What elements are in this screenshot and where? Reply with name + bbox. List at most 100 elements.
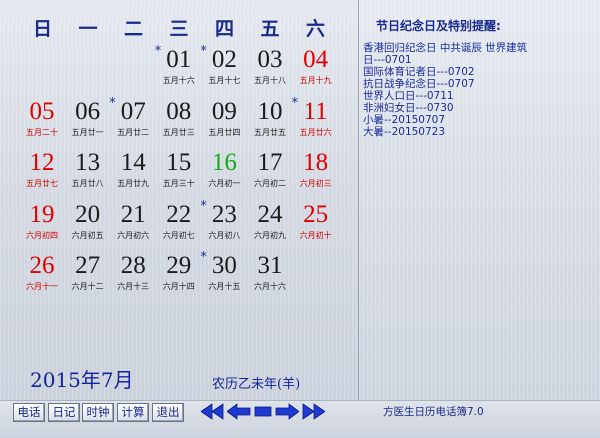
day-number: 28 [120,252,146,279]
note-line: 世界人口日---0711 [363,90,454,102]
note-line: 非洲妇女日---0730 [363,102,454,114]
lunar-date: 五月廿六 [299,127,332,137]
day-number: 13 [75,149,101,176]
right-arrow-icon[interactable] [275,403,299,420]
lunar-date: 五月廿八 [71,179,104,188]
day-number: 31 [257,252,283,279]
lunar-date: 五月廿四 [208,127,241,137]
app-title: 方医生日历电话簿7.0 [383,406,484,418]
day-cell[interactable]: 29 六月十四 [156,252,202,298]
calendar-panel: 日一二三四五六 * 01 五月十六 * 02 五月十七 03 五月十八 04 五月十九 05 五月二十… [0,0,359,400]
lunar-date: 六月初一 [208,179,241,188]
day-cell[interactable]: 03 五月十八 [247,46,293,92]
day-cell[interactable]: 17 六月初二 [247,149,293,195]
day-cell[interactable]: 20 六月初五 [65,201,111,247]
day-number: 11 [303,97,328,125]
day-cell[interactable]: 14 五月廿九 [110,149,156,195]
day-cell[interactable]: * 02 五月十七 [200,44,247,92]
day-cell[interactable]: 08 五月廿三 [156,98,202,144]
double-right-arrow-icon[interactable] [301,403,325,420]
weekday-label: 三 [169,18,190,40]
day-number: 23 [211,200,237,228]
day-cell[interactable]: 25 六月初十 [293,201,339,247]
lunar-date: 六月十二 [71,282,104,291]
calculator-button[interactable]: 计算 [117,403,149,422]
diary-button[interactable]: 日记 [48,403,80,422]
day-number: 25 [303,200,329,228]
lunar-year-label: 农历乙未年(羊) [212,377,301,392]
day-number: 12 [29,149,55,176]
day-cell[interactable]: 26 六月十一 [19,252,65,298]
day-number: 06 [75,97,101,125]
day-number: 22 [166,200,192,228]
day-cell[interactable]: 13 五月廿八 [65,149,111,195]
day-cell[interactable]: 10 五月廿五 [247,98,293,144]
note-line: 大暑--20150723 [363,126,446,138]
month-title: 2015年7月 [30,368,134,392]
day-cell[interactable]: * 07 五月廿二 [109,96,156,144]
lunar-date: 五月廿九 [117,179,150,188]
day-cell[interactable]: * 23 六月初八 [200,199,247,247]
day-cell[interactable]: 27 六月十二 [65,252,111,298]
day-number: 05 [29,97,55,125]
weekday-label: 四 [214,18,235,40]
lunar-date: 五月廿五 [254,127,286,137]
day-cell[interactable]: 04 五月十九 [293,46,339,92]
day-cell[interactable]: * 30 六月十五 [200,250,247,298]
day-number: 08 [166,97,192,125]
day-number: 02 [211,46,237,73]
day-cell[interactable]: 24 六月初九 [247,201,293,247]
double-left-arrow-icon[interactable] [201,403,225,420]
today-square-icon[interactable] [253,403,273,420]
day-cell[interactable]: 15 五月三十 [156,149,202,195]
note-line: 香港回归纪念日 中共诞辰 世界建筑 [363,42,528,54]
day-cell[interactable]: 09 五月廿四 [201,98,247,144]
bottom-toolbar: 电话 日记 时钟 计算 退出 方医生日历电话簿7.0 [0,400,600,438]
lunar-date: 六月初九 [254,230,286,240]
phone-button[interactable]: 电话 [13,403,45,422]
lunar-date: 五月三十 [162,179,195,188]
day-cell[interactable]: 22 六月初七 [156,201,202,247]
lunar-date: 五月廿一 [71,127,104,137]
lunar-date: 六月初七 [162,230,195,240]
note-line: 小暑--20150707 [363,114,446,126]
lunar-date: 五月二十 [26,127,58,137]
day-cell[interactable]: 19 六月初四 [19,201,65,247]
lunar-date: 五月十八 [254,76,286,85]
day-cell[interactable]: 16 六月初一 [201,149,247,195]
day-number: 04 [303,46,329,73]
lunar-date: 五月十六 [162,76,195,85]
day-cell[interactable]: * 11 五月廿六 [292,96,339,144]
left-arrow-icon[interactable] [227,403,251,420]
lunar-date: 六月十五 [208,282,241,291]
weekday-label: 五 [260,18,281,40]
weekday-label: 二 [123,18,144,40]
note-line: 抗日战争纪念日---0707 [363,78,475,90]
exit-button[interactable]: 退出 [152,403,184,422]
day-cell[interactable]: 31 六月十六 [247,252,293,298]
weekday-label: 六 [305,18,326,40]
day-number: 01 [166,46,192,73]
day-number: 03 [257,46,283,73]
day-number: 17 [257,149,283,176]
lunar-date: 五月廿二 [117,127,150,137]
day-number: 14 [120,149,146,176]
day-cell[interactable]: 05 五月二十 [19,98,65,144]
lunar-date: 六月十三 [117,282,150,291]
day-number: 27 [75,252,101,279]
day-number: 24 [257,200,283,228]
lunar-date: 五月十七 [208,76,241,85]
day-cell[interactable]: 06 五月廿一 [65,98,111,144]
day-cell[interactable]: 28 六月十三 [110,252,156,298]
notes-list: 香港回归纪念日 中共诞辰 世界建筑 日---0701 国际体育记者日---0702 抗… [363,42,595,138]
day-cell[interactable]: 12 五月廿七 [19,149,65,195]
day-cell[interactable]: 21 六月初六 [110,201,156,247]
clock-button[interactable]: 时钟 [82,403,114,422]
lunar-date: 五月廿三 [162,127,195,137]
day-number: 30 [211,252,237,279]
lunar-date: 六月初八 [208,230,241,240]
day-number: 29 [166,252,192,279]
day-cell[interactable]: 18 六月初三 [293,149,339,195]
day-cell[interactable]: * 01 五月十六 [155,44,202,92]
day-number: 18 [303,149,329,176]
